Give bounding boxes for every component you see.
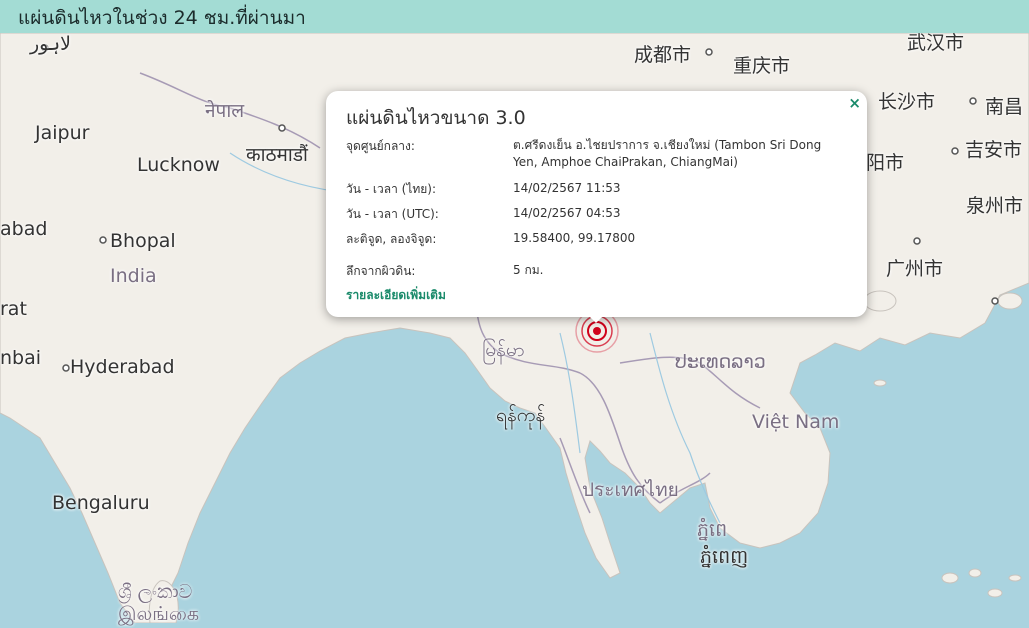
map-label-hengyang: 阳市 (866, 152, 905, 174)
row-value: 14/02/2567 04:53 (513, 206, 621, 220)
row-value: ต.ศรีดงเย็น อ.ไชยปราการ จ.เชียงใหม่ (Tam… (513, 138, 822, 169)
map-label-cambodia-1: ភ្នំពេ (697, 519, 728, 541)
map-label-thailand: ประเทศไทย (582, 479, 679, 501)
map-label-lucknow: Lucknow (137, 154, 220, 176)
map-label-nanchang: 南昌 (985, 96, 1024, 118)
page-title: แผ่นดินไหวในช่วง 24 ชม.ที่ผ่านมา (18, 7, 306, 29)
row-key: จุดศูนย์กลาง: (346, 139, 415, 153)
map-label-guangzhou: 广州市 (886, 258, 944, 280)
map-label-lahore: لاہور (30, 33, 71, 55)
map-label-bhopal: Bhopal (110, 230, 176, 252)
map-label-cambodia-2: ភ្នំពេញ (700, 546, 749, 568)
map-label-kathmandu: काठमाडौं (246, 144, 308, 166)
app-header: แผ่นดินไหวในช่วง 24 ชม.ที่ผ่านมา (0, 0, 1029, 33)
map-label-nbai: nbai (0, 347, 42, 369)
row-key: วัน - เวลา (ไทย): (346, 182, 437, 196)
map-label-jaipur: Jaipur (35, 122, 90, 144)
map-label-changsha: 长沙市 (878, 91, 936, 113)
row-value: 14/02/2567 11:53 (513, 181, 621, 195)
map-label-vietnam: Việt Nam (752, 411, 840, 433)
map-label-hyderabad: Hyderabad (70, 356, 175, 378)
row-key: ละติจูด, ลองจิจูด: (346, 232, 437, 246)
row-value: 19.58400, 99.17800 (513, 231, 636, 245)
map-label-abad: abad (0, 218, 48, 240)
row-key: วัน - เวลา (UTC): (346, 207, 439, 221)
map-label-nepal: नेपाल (205, 100, 245, 122)
map-label-chongqing: 重庆市 (733, 55, 791, 77)
row-key: ลึกจากผิวดิน: (346, 264, 416, 278)
map-label-india: India (110, 265, 157, 287)
map-label-yangon: ရန်ကုန် (496, 404, 546, 426)
map-label-chengdu: 成都市 (634, 44, 692, 66)
popup-title: แผ่นดินไหวขนาด 3.0 (346, 107, 526, 129)
close-icon[interactable]: × (848, 94, 861, 112)
map-label-jian: 吉安市 (965, 139, 1023, 161)
more-details-link[interactable]: รายละเอียดเพิ่มเติม (346, 286, 446, 305)
popup-tip (586, 313, 606, 323)
map-label-rat: rat (0, 298, 27, 320)
earthquake-popup: × แผ่นดินไหวขนาด 3.0 จุดศูนย์กลาง: ต.ศรี… (326, 91, 867, 317)
row-value: 5 กม. (513, 263, 544, 277)
map-label-srilanka-tamil: இலங்கை (118, 603, 200, 625)
map-label-myanmar: မြန်မာ (482, 339, 525, 361)
map-label-laos: ປະເທດລາວ (675, 351, 766, 373)
map-label-quanzhou: 泉州市 (966, 195, 1024, 217)
map-label-srilanka-sinhala: ශ්‍රී ලංකාව (118, 581, 193, 603)
map-label-bengaluru: Bengaluru (52, 492, 150, 514)
